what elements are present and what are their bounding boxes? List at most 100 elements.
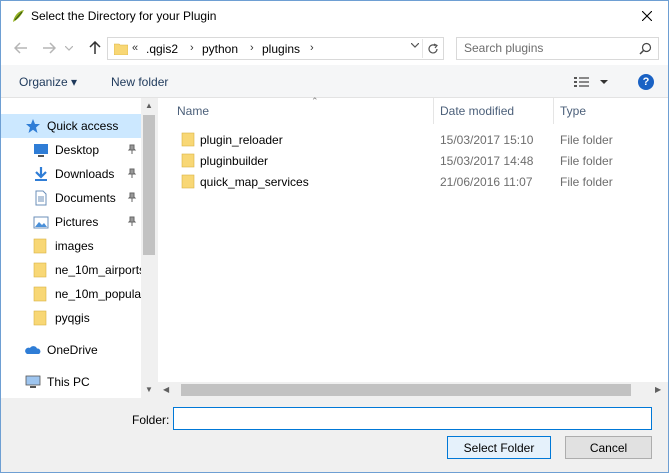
nav-item-ne-10m-populated[interactable]: ne_10m_populated_places (1, 282, 143, 306)
close-button[interactable] (632, 4, 662, 28)
column-header-type[interactable]: Type (554, 98, 668, 124)
nav-item-label: images (55, 239, 94, 253)
pictures-icon (33, 216, 49, 229)
file-list-scrollbar[interactable]: ◀ ▶ (158, 382, 668, 398)
file-row[interactable]: quick_map_services 21/06/2016 11:07 File… (175, 171, 655, 192)
folder-icon (33, 286, 47, 302)
file-date: 15/03/2017 14:48 (440, 154, 534, 168)
pin-icon (127, 192, 137, 202)
breadcrumb-python[interactable]: python (202, 42, 238, 56)
navigation-pane: Quick access Desktop Downloads Documents… (1, 98, 157, 398)
column-header-name[interactable]: Name ⌃ (171, 96, 434, 124)
organize-menu[interactable]: Organize ▾ (19, 75, 77, 89)
file-date: 21/06/2016 11:07 (440, 175, 533, 189)
file-type: File folder (560, 133, 613, 147)
scroll-up-arrow[interactable]: ▲ (145, 101, 153, 110)
nav-item-documents[interactable]: Documents (1, 186, 141, 210)
folder-icon (181, 153, 195, 168)
nav-item-label: ne_10m_airports (55, 263, 143, 277)
star-icon (26, 119, 40, 133)
dialog-footer: Folder: Select Folder Cancel (1, 398, 668, 472)
view-options-button[interactable] (573, 75, 613, 92)
file-date: 15/03/2017 15:10 (440, 133, 534, 147)
nav-item-ne-10m-airports[interactable]: ne_10m_airports (1, 258, 143, 282)
help-icon[interactable]: ? (638, 74, 654, 90)
column-header-date-modified[interactable]: Date modified (434, 98, 554, 124)
navigation-scrollbar[interactable]: ▲ ▼ (141, 98, 157, 398)
nav-item-pyqgis[interactable]: pyqgis (1, 306, 141, 330)
scroll-right-arrow[interactable]: ▶ (655, 385, 661, 394)
folder-icon (114, 43, 128, 55)
file-type: File folder (560, 175, 613, 189)
select-folder-button[interactable]: Select Folder (447, 436, 551, 459)
nav-item-label: pyqgis (55, 311, 90, 325)
document-icon (35, 190, 47, 206)
qgis-logo-icon (13, 10, 24, 22)
chevron-down-icon (65, 45, 73, 51)
file-type: File folder (560, 154, 613, 168)
sort-ascending-icon: ⌃ (311, 96, 319, 106)
back-arrow-icon (14, 42, 27, 54)
nav-item-label: Quick access (47, 119, 119, 133)
command-bar: Organize ▾ New folder ? (1, 65, 668, 98)
nav-item-onedrive[interactable]: OneDrive (1, 338, 141, 362)
nav-item-pictures[interactable]: Pictures (1, 210, 141, 234)
up-arrow-icon (89, 41, 101, 54)
refresh-button[interactable] (422, 39, 442, 58)
folder-label: Folder: (132, 413, 170, 427)
chevron-down-icon[interactable] (411, 43, 419, 48)
breadcrumb-separator[interactable]: › (250, 42, 254, 54)
file-name: plugin_reloader (200, 133, 283, 147)
address-bar[interactable]: « .qgis2 › python › plugins › (107, 37, 444, 60)
folder-icon (33, 310, 47, 326)
search-input[interactable] (464, 41, 634, 55)
navigation-bar: « .qgis2 › python › plugins › (1, 32, 668, 65)
folder-icon (181, 132, 195, 147)
pin-icon (127, 144, 137, 154)
forward-button[interactable] (39, 39, 59, 57)
file-name: pluginbuilder (200, 154, 269, 168)
recent-locations-button[interactable] (63, 39, 75, 57)
breadcrumb-plugins[interactable]: plugins (262, 42, 300, 56)
file-row[interactable]: pluginbuilder 15/03/2017 14:48 File fold… (175, 150, 655, 171)
nav-item-this-pc[interactable]: This PC (1, 370, 141, 394)
nav-item-desktop[interactable]: Desktop (1, 138, 141, 162)
breadcrumb-separator[interactable]: › (190, 42, 194, 54)
refresh-icon (427, 42, 438, 53)
search-box[interactable] (456, 37, 659, 60)
cancel-button[interactable]: Cancel (565, 436, 652, 459)
window-title: Select the Directory for your Plugin (31, 9, 217, 23)
file-row[interactable]: plugin_reloader 15/03/2017 15:10 File fo… (175, 129, 655, 150)
desktop-icon (34, 144, 48, 157)
scrollbar-thumb[interactable] (181, 384, 631, 396)
nav-item-label: OneDrive (47, 343, 98, 357)
breadcrumb-overflow[interactable]: « (132, 42, 138, 54)
scrollbar-thumb[interactable] (143, 115, 155, 255)
pin-icon (127, 216, 137, 226)
view-menu-icon (574, 77, 608, 87)
column-header-label: Date modified (440, 104, 515, 118)
nav-item-downloads[interactable]: Downloads (1, 162, 141, 186)
search-icon[interactable] (639, 42, 652, 55)
back-button[interactable] (11, 39, 31, 57)
file-list: Name ⌃ Date modified Type plugin_reloade… (158, 96, 668, 398)
breadcrumb-separator[interactable]: › (310, 42, 314, 54)
up-button[interactable] (85, 39, 105, 57)
scroll-down-arrow[interactable]: ▼ (145, 385, 153, 394)
title-bar: Select the Directory for your Plugin (1, 1, 668, 32)
folder-input[interactable] (173, 407, 652, 430)
folder-icon (181, 174, 195, 189)
file-name: quick_map_services (200, 175, 309, 189)
column-header-label: Name (177, 104, 210, 118)
forward-arrow-icon (43, 42, 56, 54)
nav-item-quick-access[interactable]: Quick access (1, 114, 141, 138)
new-folder-button[interactable]: New folder (111, 75, 168, 89)
scroll-left-arrow[interactable]: ◀ (163, 385, 169, 394)
breadcrumb-qgis2[interactable]: .qgis2 (146, 42, 178, 56)
file-dialog: Select the Directory for your Plugin « .… (0, 0, 669, 473)
download-icon (35, 167, 47, 181)
nav-item-images[interactable]: images (1, 234, 141, 258)
onedrive-icon (25, 346, 41, 354)
computer-icon (25, 375, 41, 388)
folder-icon (33, 262, 47, 278)
